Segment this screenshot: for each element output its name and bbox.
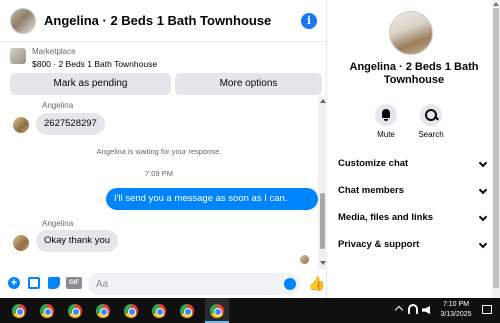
sender-name: Angelina — [42, 219, 74, 228]
info-icon[interactable]: i — [301, 13, 317, 29]
taskbar-chrome-button[interactable] — [10, 302, 28, 320]
chrome-icon — [40, 304, 54, 318]
panel-avatar[interactable] — [389, 11, 433, 55]
chrome-icon — [68, 304, 82, 318]
taskbar-chrome-button[interactable] — [178, 302, 196, 320]
chrome-icon — [96, 304, 110, 318]
sender-avatar[interactable] — [13, 117, 29, 133]
scroll-up-icon[interactable] — [320, 99, 326, 103]
bell-icon[interactable] — [375, 104, 397, 126]
incoming-message[interactable]: 2627528297 — [36, 113, 105, 135]
chrome-icon — [152, 304, 166, 318]
chat-members-row[interactable]: Chat members — [338, 182, 488, 200]
mark-pending-button[interactable]: Mark as pending — [10, 73, 171, 95]
row-label: Media, files and links — [338, 212, 434, 223]
chrome-icon — [12, 304, 26, 318]
notification-icon[interactable] — [482, 305, 492, 314]
listing-title: $800 · 2 Beds 1 Bath Townhouse — [32, 59, 158, 69]
customize-chat-row[interactable]: Customize chat — [338, 155, 488, 173]
conversation-info-panel: Angelina · 2 Beds 1 Bath Townhouse Mute … — [328, 0, 500, 298]
scroll-thumb[interactable] — [493, 8, 499, 288]
search-button[interactable]: Search — [411, 104, 451, 139]
sticker-icon[interactable] — [48, 277, 60, 289]
chat-title[interactable]: Angelina · 2 Beds 1 Bath Townhouse — [44, 13, 271, 28]
incoming-message[interactable]: Okay thank you — [36, 230, 119, 252]
chevron-down-icon — [478, 239, 488, 249]
scroll-thumb[interactable] — [320, 193, 325, 249]
taskbar-chrome-button[interactable] — [122, 302, 140, 320]
plus-icon[interactable]: + — [8, 277, 20, 289]
message-input[interactable] — [88, 273, 300, 295]
panel-title: Angelina · 2 Beds 1 Bath Townhouse — [349, 61, 479, 86]
sender-name: Angelina — [42, 101, 74, 110]
search-icon[interactable] — [420, 104, 442, 126]
chat-scrollbar[interactable] — [318, 97, 327, 269]
photo-icon[interactable] — [28, 277, 40, 289]
taskbar-chrome-button[interactable] — [94, 302, 112, 320]
clock-time[interactable]: 7:10 PM — [436, 301, 476, 308]
taskbar-chrome-button[interactable] — [38, 302, 56, 320]
message-thread: Angelina 2627528297 Angelina is waiting … — [0, 97, 318, 269]
like-icon[interactable]: 👍 — [308, 275, 325, 291]
chevron-down-icon — [478, 185, 488, 195]
taskbar-chrome-button[interactable] — [150, 302, 168, 320]
message-composer: + GIF 👍 — [0, 270, 327, 298]
search-label: Search — [418, 130, 444, 139]
timestamp: 7:09 PM — [145, 169, 173, 178]
row-label: Chat members — [338, 185, 404, 196]
chat-window: Angelina · 2 Beds 1 Bath Townhouse i Mar… — [0, 0, 327, 298]
outgoing-message[interactable]: I'll send you a message as soon as I can… — [106, 188, 318, 226]
wifi-icon[interactable] — [408, 304, 418, 314]
contact-avatar[interactable] — [10, 7, 36, 34]
mute-button[interactable]: Mute — [366, 104, 406, 139]
media-files-row[interactable]: Media, files and links — [338, 209, 488, 227]
chrome-icon — [124, 304, 138, 318]
marketplace-listing[interactable]: Marketplace $800 · 2 Beds 1 Bath Townhou… — [0, 43, 327, 73]
row-label: Customize chat — [338, 158, 409, 169]
clock-date[interactable]: 3/13/2025 — [436, 311, 476, 318]
listing-thumbnail — [10, 48, 26, 64]
more-options-button[interactable]: More options — [175, 73, 322, 95]
mute-label: Mute — [377, 130, 395, 139]
seen-avatar-icon — [300, 255, 309, 264]
system-notice: Angelina is waiting for your response. — [96, 147, 222, 156]
chrome-icon — [180, 304, 194, 318]
chevron-down-icon — [478, 158, 488, 168]
page-scrollbar[interactable] — [492, 0, 500, 298]
scroll-up-icon[interactable] — [493, 2, 499, 6]
gif-icon[interactable]: GIF — [66, 277, 82, 289]
taskbar-chrome-button[interactable] — [208, 302, 226, 320]
taskbar: 7:10 PM 3/13/2025 — [0, 298, 500, 323]
emoji-icon[interactable] — [284, 278, 296, 290]
row-label: Privacy & support — [338, 239, 420, 250]
privacy-support-row[interactable]: Privacy & support — [338, 236, 488, 254]
chat-header: Angelina · 2 Beds 1 Bath Townhouse i — [0, 0, 327, 42]
chrome-icon — [210, 304, 224, 318]
chevron-down-icon — [478, 212, 488, 222]
volume-icon[interactable] — [422, 306, 430, 314]
chevron-up-icon[interactable] — [394, 305, 404, 315]
taskbar-chrome-button[interactable] — [66, 302, 84, 320]
sender-avatar[interactable] — [13, 235, 29, 251]
marketplace-label: Marketplace — [32, 47, 76, 56]
scroll-down-icon[interactable] — [320, 261, 326, 265]
